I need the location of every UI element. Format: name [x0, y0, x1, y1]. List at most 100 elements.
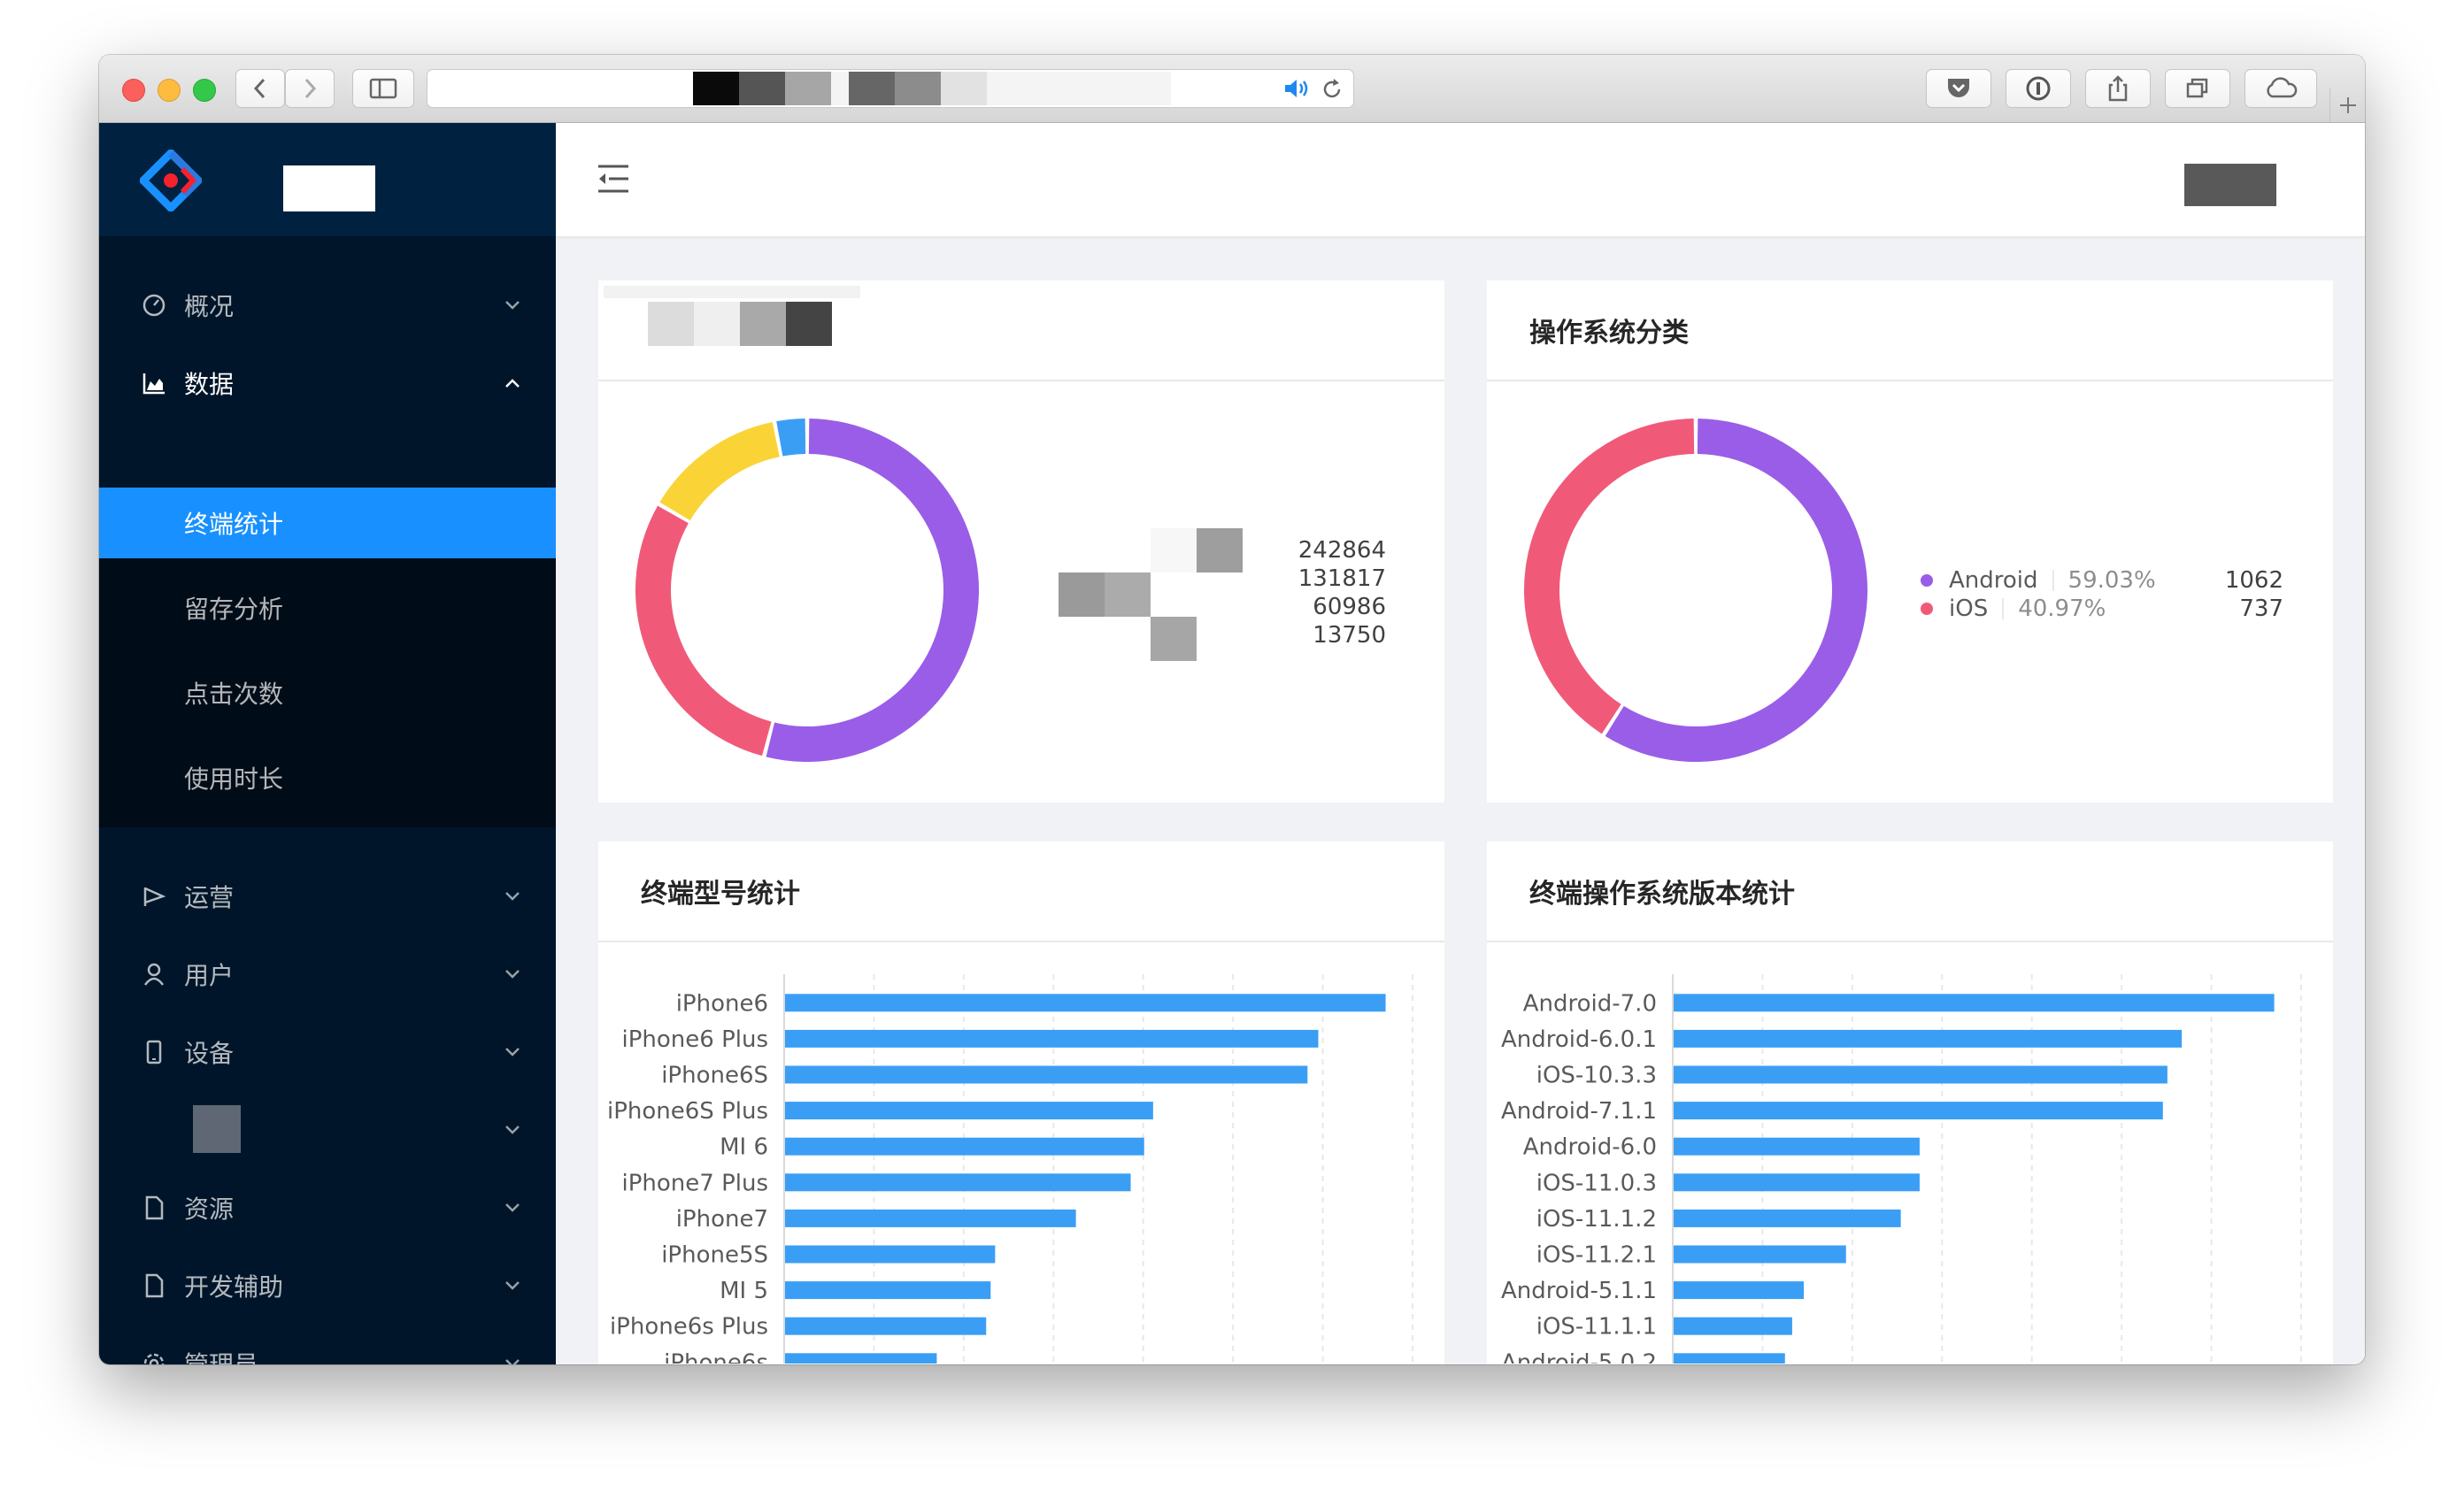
- browser-toolbar: [99, 55, 2365, 123]
- tick-label: Android-5.1.1: [1501, 1278, 1657, 1304]
- bar[interactable]: [785, 1065, 1308, 1084]
- menu-label: 概况: [184, 292, 235, 321]
- menu-label: 开发辅助: [184, 1272, 284, 1302]
- bar[interactable]: [785, 1029, 1319, 1048]
- menu-item-admin[interactable]: 管理员: [99, 1325, 556, 1364]
- card-device-model: 终端型号统计 iPhone6 iPhone6 Plus iPhone6S iPhone…: [598, 841, 1444, 1364]
- tick-label: Android-6.0.1: [1501, 1026, 1657, 1053]
- chevron-down-icon: [503, 887, 522, 906]
- bar[interactable]: [785, 994, 1386, 1012]
- sidebar-toggle-button[interactable]: [352, 69, 414, 108]
- bar[interactable]: [1674, 1353, 1785, 1364]
- tick-label: iOS-10.3.3: [1536, 1063, 1657, 1089]
- card-title: 操作系统分类: [1529, 318, 1689, 349]
- bar[interactable]: [785, 1353, 937, 1364]
- terminal-types-donut-chart: [635, 419, 979, 762]
- menu-item-redacted[interactable]: [99, 1091, 556, 1169]
- icloud-tabs-button[interactable]: [2245, 69, 2317, 108]
- redacted-legend-block: [1105, 572, 1151, 617]
- menu-fold-icon[interactable]: [597, 164, 630, 194]
- donut-slice: [659, 422, 780, 521]
- redacted-title-strip: [604, 286, 860, 298]
- menu-label: 设备: [184, 1039, 235, 1068]
- tick-label: iPhone7: [676, 1206, 768, 1233]
- menu-item-dev-tools[interactable]: 开发辅助: [99, 1247, 556, 1325]
- legend-name: iOS: [1949, 595, 1989, 622]
- bar[interactable]: [1674, 1281, 1805, 1300]
- menu-item-devices[interactable]: 设备: [99, 1013, 556, 1091]
- tick-label: MI 5: [720, 1278, 768, 1304]
- legend-value: 13750: [1313, 622, 1386, 649]
- sidebar-icon: [369, 78, 397, 99]
- card-header: 操作系统分类: [1487, 280, 2333, 381]
- submenu-label: 留存分析: [184, 595, 284, 624]
- card-title: 终端操作系统版本统计: [1529, 879, 1795, 910]
- menu-item-overview[interactable]: 概况: [99, 266, 556, 344]
- menu-item-resources[interactable]: 资源: [99, 1169, 556, 1247]
- bar[interactable]: [1674, 1209, 1901, 1227]
- menu-label: 运营: [184, 883, 235, 912]
- new-tab-button[interactable]: [2329, 88, 2365, 122]
- tick-label: iPhone7 Plus: [622, 1170, 769, 1196]
- submenu-item-retention[interactable]: 留存分析: [99, 572, 556, 643]
- menu-item-users[interactable]: 用户: [99, 935, 556, 1013]
- flag-icon: [142, 884, 166, 909]
- password-manager-button[interactable]: [2006, 69, 2071, 108]
- submenu-item-clicks[interactable]: 点击次数: [99, 657, 556, 728]
- chevron-up-icon: [503, 373, 522, 393]
- menu-item-operations[interactable]: 运营: [99, 857, 556, 935]
- chevron-down-icon: [503, 1354, 522, 1364]
- redacted-url-block: [849, 72, 895, 105]
- forward-button[interactable]: [285, 69, 335, 108]
- reload-icon[interactable]: [1320, 77, 1344, 102]
- tabs-overview-button[interactable]: [2165, 69, 2230, 108]
- donut-slice: [766, 419, 979, 762]
- bar[interactable]: [785, 1102, 1153, 1120]
- tick-label: iOS-11.1.1: [1536, 1314, 1657, 1341]
- tick-label: MI 6: [720, 1134, 768, 1161]
- chevron-right-icon: [304, 78, 317, 99]
- pocket-button[interactable]: [1926, 69, 1991, 108]
- file-icon: [142, 1195, 166, 1220]
- bar[interactable]: [785, 1209, 1076, 1227]
- bar[interactable]: [1674, 1173, 1920, 1192]
- share-button[interactable]: [2085, 69, 2151, 108]
- bar[interactable]: [1674, 1102, 2163, 1120]
- address-bar[interactable]: [427, 69, 1354, 108]
- bar[interactable]: [1674, 1137, 1920, 1156]
- bar[interactable]: [785, 1281, 991, 1300]
- back-button[interactable]: [235, 69, 285, 108]
- tick-label: iPhone6S Plus: [607, 1098, 768, 1125]
- submenu-item-terminal-stats[interactable]: 终端统计: [99, 488, 556, 558]
- minimize-window-button[interactable]: [158, 79, 181, 102]
- dashboard-icon: [142, 293, 166, 318]
- bar[interactable]: [785, 1317, 987, 1335]
- menu-label: 数据: [184, 370, 235, 399]
- legend-divider: [2002, 598, 2005, 619]
- redacted-menu-label: [193, 1105, 241, 1153]
- tick-label: iOS-11.2.1: [1536, 1242, 1657, 1269]
- donut-slice: [776, 419, 806, 457]
- bar[interactable]: [785, 1245, 996, 1264]
- bar[interactable]: [1674, 1065, 2168, 1084]
- bar[interactable]: [1674, 1245, 1846, 1264]
- legend-value: 737: [2239, 595, 2283, 622]
- menu-item-data[interactable]: 数据: [99, 344, 556, 422]
- bar[interactable]: [785, 1137, 1144, 1156]
- speaker-icon[interactable]: [1282, 77, 1313, 100]
- submenu-item-duration[interactable]: 使用时长: [99, 742, 556, 813]
- legend-value: 1062: [2224, 567, 2283, 594]
- bar[interactable]: [1674, 994, 2275, 1012]
- legend-item-ios: iOS 40.97%: [1921, 595, 2106, 622]
- close-window-button[interactable]: [122, 79, 145, 102]
- redacted-app-name: [283, 165, 375, 211]
- redacted-url-block: [941, 72, 987, 105]
- bar[interactable]: [1674, 1029, 2183, 1048]
- legend-dot: [1921, 574, 1933, 587]
- tick-label: Android-5.0.2: [1501, 1349, 1657, 1364]
- redacted-user-avatar[interactable]: [2184, 164, 2276, 206]
- zoom-window-button[interactable]: [193, 79, 216, 102]
- bar[interactable]: [1674, 1317, 1792, 1335]
- app-logo-icon[interactable]: [140, 150, 202, 211]
- bar[interactable]: [785, 1173, 1131, 1192]
